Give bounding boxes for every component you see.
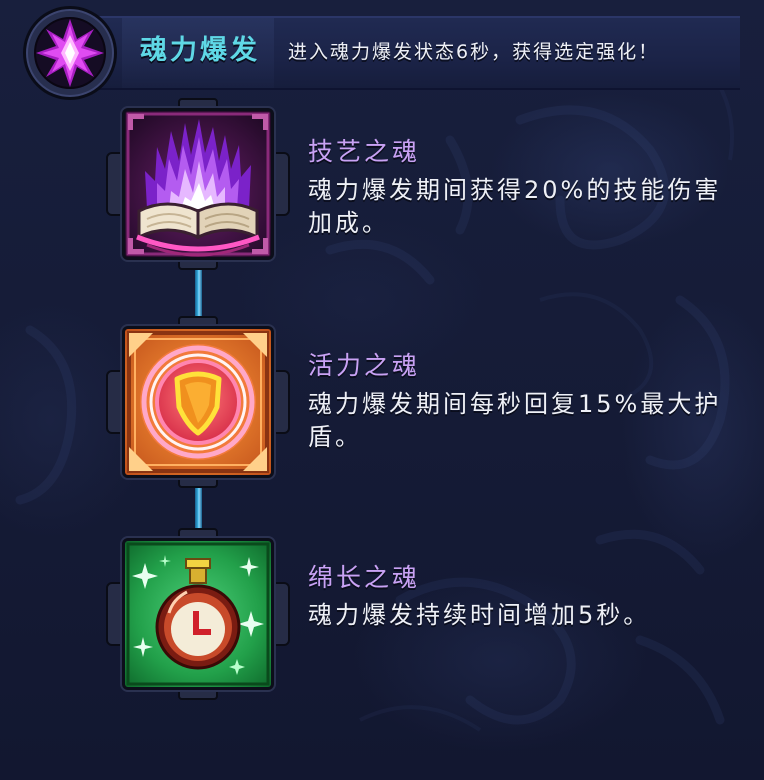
header-description: 进入魂力爆发状态6秒，获得选定强化！	[288, 41, 660, 63]
description-line: 魂力爆发期间每秒回复15%最大护	[308, 390, 722, 418]
node-frame	[120, 536, 276, 692]
description-line: 加成。	[308, 209, 389, 237]
skill-description: 魂力爆发持续时间增加5秒。	[308, 599, 650, 632]
skill-description: 魂力爆发期间获得20%的技能伤害 加成。	[308, 174, 721, 240]
connector-line	[195, 262, 202, 324]
skill-name: 绵长之魂	[308, 563, 421, 592]
header-title: 魂力爆发	[140, 35, 260, 66]
description-line: 魂力爆发持续时间增加5秒。	[308, 601, 651, 629]
description-line: 盾。	[308, 423, 362, 451]
skill-node-2[interactable]	[106, 316, 290, 488]
crystal-star	[36, 19, 104, 87]
skill-row-3: 绵长之魂 魂力爆发持续时间增加5秒。	[0, 528, 764, 700]
soul-burst-panel: 魂力爆发 进入魂力爆发状态6秒，获得选定强化！ 技艺之魂 魂力爆发期间获得20%…	[0, 0, 764, 780]
skill-name: 活力之魂	[308, 351, 421, 380]
description-line: 魂力爆发期间获得20%的技能伤害	[308, 176, 722, 204]
skill-node-1[interactable]	[106, 98, 290, 270]
skill-row-1: 技艺之魂 魂力爆发期间获得20%的技能伤害 加成。	[0, 98, 764, 270]
skill-description: 魂力爆发期间每秒回复15%最大护 盾。	[308, 388, 721, 454]
node-frame	[120, 324, 276, 480]
purple-flame-book-icon	[125, 111, 271, 257]
orange-shield-ring-icon	[125, 329, 271, 475]
clock-body	[155, 584, 241, 670]
green-clock-flask-icon	[125, 541, 271, 687]
skill-row-2: 活力之魂 魂力爆发期间每秒回复15%最大护 盾。	[0, 316, 764, 488]
skill-name: 技艺之魂	[308, 137, 421, 166]
skill-node-3[interactable]	[106, 528, 290, 700]
soul-crystal-icon	[22, 5, 118, 101]
flask-neck	[185, 558, 211, 584]
node-frame	[120, 106, 276, 262]
